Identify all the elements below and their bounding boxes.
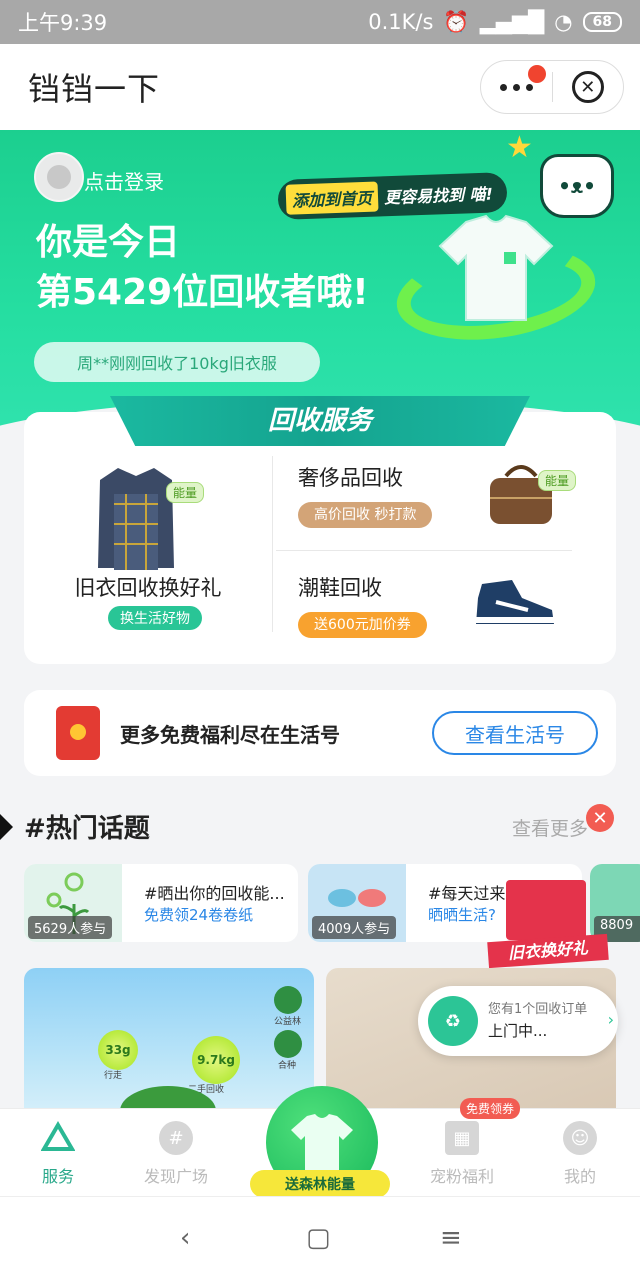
recycle-service-card: 能量 旧衣回收换好礼 换生活好物 奢侈品回收 高价回收 秒打款 能量 潮鞋回收 …	[24, 412, 616, 664]
energy-bubble-recycle[interactable]: 9.7kg	[192, 1036, 240, 1084]
old-clothes-gift-float[interactable]: 旧衣换好礼	[484, 856, 609, 969]
headline: 你是今日 第5429位回收者哦!	[36, 218, 369, 318]
luxury-recycle-tag: 高价回收 秒打款	[298, 502, 433, 528]
sneaker-recycle-tag: 送600元加价券	[298, 612, 427, 638]
tab-fan-welfare[interactable]: ▦ 宠粉福利	[412, 1121, 512, 1187]
notification-dot	[527, 65, 546, 83]
clothes-recycle-name: 旧衣回收换好礼	[74, 576, 222, 600]
view-more-link[interactable]: 查看更多	[512, 814, 588, 841]
tab-label: 我的	[563, 1167, 596, 1186]
status-bar: 上午9:39 0.1K/s ⏰ ▂▄▆█ ◔ 68	[0, 0, 640, 44]
section-marker-icon	[0, 814, 13, 840]
service-title: 回收服务	[267, 406, 372, 436]
energy-bubble-walk-label: 行走	[104, 1071, 123, 1081]
login-link[interactable]: 点击登录	[84, 166, 164, 195]
avatar[interactable]	[34, 152, 84, 202]
tab-discover[interactable]: # 发现广场	[126, 1121, 226, 1187]
wifi-icon: ◔	[554, 10, 573, 34]
vertical-divider	[272, 456, 273, 632]
menu-icon[interactable]: ≡	[440, 1223, 462, 1253]
handbag-image	[490, 465, 552, 524]
user-face-icon: ☺	[563, 1121, 597, 1155]
red-envelope-icon	[56, 706, 100, 760]
gift-icon: ▦	[445, 1121, 479, 1155]
clothes-recycle-item[interactable]: 能量 旧衣回收换好礼 换生活好物	[24, 412, 272, 664]
back-icon[interactable]: ‹	[180, 1223, 190, 1253]
energy-bubble-walk[interactable]: 33g	[98, 1030, 138, 1070]
recycle-ticker: 周**刚刚回收了10kg旧衣服	[34, 342, 320, 382]
system-nav-bar: ‹ ▢ ≡	[0, 1196, 640, 1280]
sneaker-image	[476, 580, 554, 624]
close-button[interactable]: ✕	[553, 71, 624, 103]
hero-banner: 点击登录 你是今日 第5429位回收者哦! 周**刚刚回收了10kg旧衣服 添加…	[0, 130, 640, 430]
sneaker-recycle-name: 潮鞋回收	[298, 576, 382, 600]
recycle-order-popup[interactable]: ♻ 您有1个回收订单 上门中... ›	[418, 986, 618, 1056]
signal-icon: ▂▄▆█	[479, 10, 545, 34]
order-popup-line1: 您有1个回收订单	[488, 1002, 588, 1017]
tshirt-illustration	[438, 214, 554, 321]
tab-mine[interactable]: ☺ 我的	[530, 1121, 630, 1187]
jacket-image	[98, 468, 174, 570]
more-button[interactable]	[481, 61, 552, 113]
alarm-icon: ⏰	[443, 9, 470, 34]
hot-topics-header: #热门话题 查看更多	[0, 804, 640, 848]
capsule-menu: ✕	[480, 60, 624, 114]
center-button-label: 送森林能量	[250, 1170, 390, 1198]
gift-float-label: 旧衣换好礼	[487, 933, 609, 969]
add-home-text: 更容易找到 喵!	[383, 184, 494, 208]
sneaker-recycle-item[interactable]: 潮鞋回收 送600元加价券	[298, 572, 427, 638]
joint-plant-icon[interactable]	[274, 1030, 302, 1058]
page-title: 铛铛一下	[28, 70, 161, 108]
clothes-recycle-tag: 换生活好物	[108, 606, 202, 630]
free-coupon-badge: 免费领券	[460, 1098, 521, 1119]
service-icon	[41, 1121, 75, 1155]
hot-topics-title: #热门话题	[24, 814, 150, 844]
public-forest-icon[interactable]	[274, 986, 302, 1014]
order-popup-line2: 上门中...	[488, 1022, 548, 1040]
home-icon[interactable]: ▢	[306, 1223, 331, 1253]
tshirt-icon	[291, 1114, 353, 1170]
network-speed: 0.1K/s	[368, 10, 434, 34]
luxury-recycle-item[interactable]: 奢侈品回收 高价回收 秒打款	[298, 462, 433, 528]
participant-count: 5629人参与	[28, 916, 113, 939]
headline-line2: 第5429位回收者哦!	[36, 272, 369, 313]
tab-label: 宠粉福利	[429, 1167, 494, 1186]
status-time: 上午9:39	[18, 11, 108, 35]
add-home-highlight: 添加到首页	[285, 181, 379, 215]
joint-plant-label: 合种	[278, 1061, 297, 1071]
view-life-account-button[interactable]: 查看生活号	[432, 711, 598, 755]
nav-bar: 铛铛一下 ✕	[0, 44, 640, 130]
battery-icon: 68	[582, 12, 622, 32]
topic-subtitle: 免费领24卷卷纸	[144, 906, 254, 924]
cat-mascot-icon: •ᴥ•	[540, 154, 614, 218]
recycle-shirt-icon: ♻	[428, 996, 478, 1046]
energy-badge: 能量	[166, 482, 205, 503]
topic-card[interactable]: 5629人参与 #晒出你的回收能... 免费领24卷卷纸	[24, 864, 298, 942]
welfare-text: 更多免费福利尽在生活号	[120, 722, 340, 747]
public-forest-label: 公益林	[274, 1017, 302, 1027]
topic-title: #晒出你的回收能...	[144, 884, 285, 903]
close-float-button[interactable]: ✕	[586, 804, 614, 832]
tab-label: 发现广场	[143, 1167, 208, 1186]
horizontal-divider	[276, 550, 572, 551]
chevron-right-icon: ›	[607, 1010, 614, 1029]
hashtag-icon: #	[159, 1121, 193, 1155]
luxury-recycle-name: 奢侈品回收	[298, 466, 403, 490]
forest-energy-card[interactable]: 33g 行走 9.7kg 二手回收 公益林 合种	[24, 968, 314, 1118]
more-dots-icon	[499, 83, 507, 91]
energy-badge-luxury: 能量	[538, 470, 577, 491]
tab-service[interactable]: 服务	[8, 1121, 108, 1187]
headline-line1: 你是今日	[36, 222, 181, 263]
star-icon: ★	[506, 130, 533, 165]
participant-count: 4009人参与	[312, 916, 397, 939]
tab-label: 服务	[41, 1167, 74, 1186]
gift-box-icon	[506, 880, 586, 940]
close-icon: ✕	[571, 71, 604, 103]
life-account-card: 更多免费福利尽在生活号 查看生活号	[24, 690, 616, 776]
